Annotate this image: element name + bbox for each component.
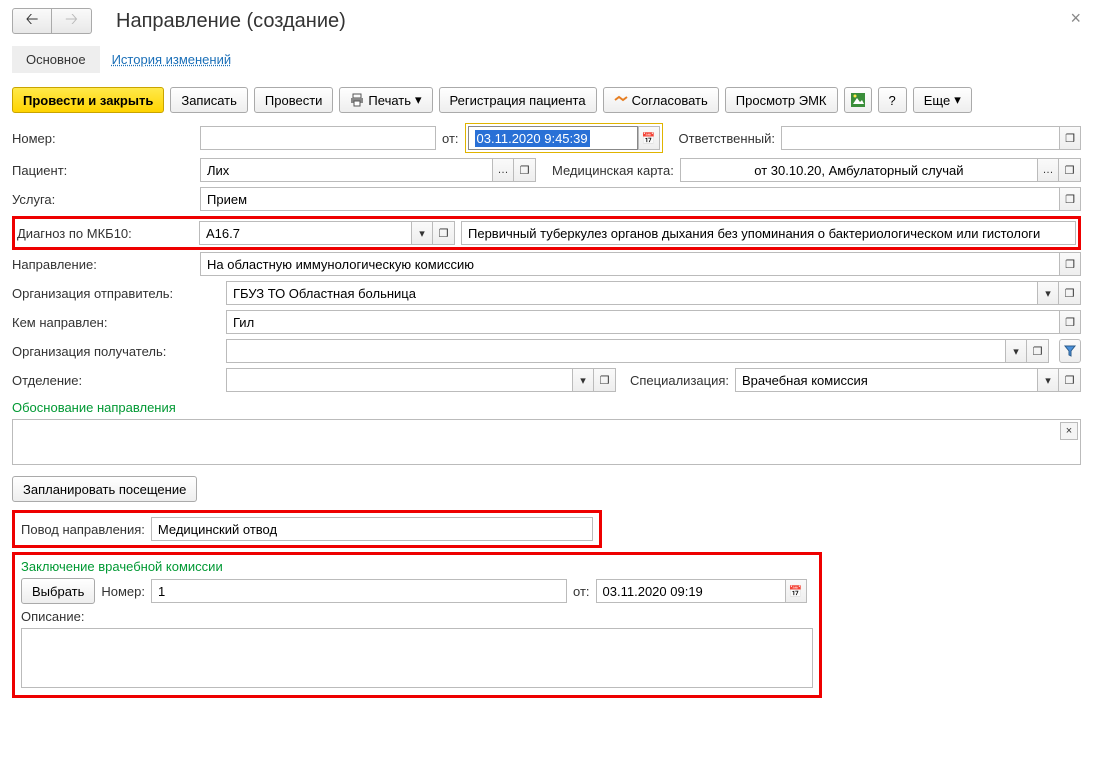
- tab-main[interactable]: Основное: [12, 46, 100, 73]
- number-input[interactable]: [200, 126, 436, 150]
- dropdown-button[interactable]: ▾: [1037, 281, 1059, 305]
- open-button[interactable]: ❐: [594, 368, 616, 392]
- medcard-label: Медицинская карта:: [552, 163, 674, 178]
- open-button[interactable]: ❐: [1059, 126, 1081, 150]
- open-button[interactable]: ❐: [1059, 187, 1081, 211]
- patient-label: Пациент:: [12, 163, 194, 178]
- concl-number-label: Номер:: [101, 584, 145, 599]
- open-button[interactable]: ❐: [1027, 339, 1049, 363]
- patient-input[interactable]: [200, 158, 492, 182]
- picture-button[interactable]: [844, 87, 872, 113]
- open-button[interactable]: ❐: [514, 158, 536, 182]
- reason-input[interactable]: [151, 517, 593, 541]
- dropdown-arrow-icon: ▾: [415, 92, 422, 108]
- more-button[interactable]: Еще ▾: [913, 87, 972, 113]
- back-button[interactable]: 🡠: [12, 8, 52, 34]
- service-label: Услуга:: [12, 192, 194, 207]
- dropdown-arrow-icon: ▾: [954, 92, 961, 108]
- responsible-input[interactable]: [781, 126, 1059, 150]
- dropdown-button[interactable]: ▾: [1037, 368, 1059, 392]
- approve-button[interactable]: Согласовать: [603, 87, 719, 113]
- description-textarea[interactable]: [21, 628, 813, 688]
- concl-number-input[interactable]: [151, 579, 567, 603]
- page-title: Направление (создание): [116, 10, 346, 33]
- filter-icon: [1063, 344, 1077, 358]
- datetime-input[interactable]: 03.11.2020 9:45:39: [468, 126, 638, 150]
- diagnosis-label: Диагноз по МКБ10:: [17, 226, 193, 241]
- post-and-close-button[interactable]: Провести и закрыть: [12, 87, 164, 113]
- post-button[interactable]: Провести: [254, 87, 334, 113]
- forward-button[interactable]: 🡢: [52, 8, 92, 34]
- view-emk-button[interactable]: Просмотр ЭМК: [725, 87, 838, 113]
- help-button[interactable]: ?: [878, 87, 907, 113]
- handshake-icon: [614, 93, 628, 107]
- open-button[interactable]: ❐: [1059, 252, 1081, 276]
- print-button[interactable]: Печать ▾: [339, 87, 432, 113]
- clear-button[interactable]: ×: [1060, 422, 1078, 440]
- calendar-button[interactable]: 📅: [785, 579, 807, 603]
- conclusion-title: Заключение врачебной комиссии: [21, 559, 813, 574]
- open-button[interactable]: ❐: [1059, 158, 1081, 182]
- open-button[interactable]: ❐: [1059, 310, 1081, 334]
- responsible-label: Ответственный:: [679, 131, 775, 146]
- open-button[interactable]: ❐: [1059, 368, 1081, 392]
- concl-datetime-input[interactable]: [596, 579, 785, 603]
- tab-history[interactable]: История изменений: [112, 52, 232, 67]
- plan-visit-button[interactable]: Запланировать посещение: [12, 476, 197, 502]
- open-button[interactable]: ❐: [433, 221, 455, 245]
- org-receiver-label: Организация получатель:: [12, 344, 220, 359]
- calendar-button[interactable]: 📅: [638, 126, 660, 150]
- dropdown-button[interactable]: ▾: [572, 368, 594, 392]
- description-label: Описание:: [21, 609, 813, 624]
- open-button[interactable]: ❐: [1059, 281, 1081, 305]
- department-input[interactable]: [226, 368, 572, 392]
- diagnosis-code-input[interactable]: [199, 221, 411, 245]
- org-sender-input[interactable]: [226, 281, 1037, 305]
- justification-title: Обоснование направления: [12, 400, 1081, 415]
- filter-button[interactable]: [1059, 339, 1081, 363]
- medcard-input[interactable]: [680, 158, 1037, 182]
- spec-input[interactable]: [735, 368, 1037, 392]
- org-receiver-input[interactable]: [226, 339, 1005, 363]
- direction-input[interactable]: [200, 252, 1059, 276]
- from-label: от:: [442, 131, 459, 146]
- printer-icon: [350, 93, 364, 107]
- reason-label: Повод направления:: [21, 522, 145, 537]
- select-button[interactable]: Выбрать: [21, 578, 95, 604]
- by-label: Кем направлен:: [12, 315, 220, 330]
- by-input[interactable]: [226, 310, 1059, 334]
- calendar-icon: 📅: [642, 132, 656, 145]
- ellipsis-button[interactable]: …: [492, 158, 514, 182]
- concl-from-label: от:: [573, 584, 590, 599]
- picture-icon: [851, 93, 865, 107]
- save-button[interactable]: Записать: [170, 87, 248, 113]
- department-label: Отделение:: [12, 373, 220, 388]
- number-label: Номер:: [12, 131, 194, 146]
- spec-label: Специализация:: [630, 373, 729, 388]
- direction-label: Направление:: [12, 257, 194, 272]
- diagnosis-text-input[interactable]: [461, 221, 1076, 245]
- calendar-icon: 📅: [789, 585, 803, 598]
- dropdown-button[interactable]: ▾: [411, 221, 433, 245]
- service-input[interactable]: [200, 187, 1059, 211]
- register-patient-button[interactable]: Регистрация пациента: [439, 87, 597, 113]
- dropdown-button[interactable]: ▾: [1005, 339, 1027, 363]
- justification-textarea[interactable]: [12, 419, 1081, 465]
- ellipsis-button[interactable]: …: [1037, 158, 1059, 182]
- close-button[interactable]: ×: [1070, 8, 1081, 29]
- org-sender-label: Организация отправитель:: [12, 286, 220, 301]
